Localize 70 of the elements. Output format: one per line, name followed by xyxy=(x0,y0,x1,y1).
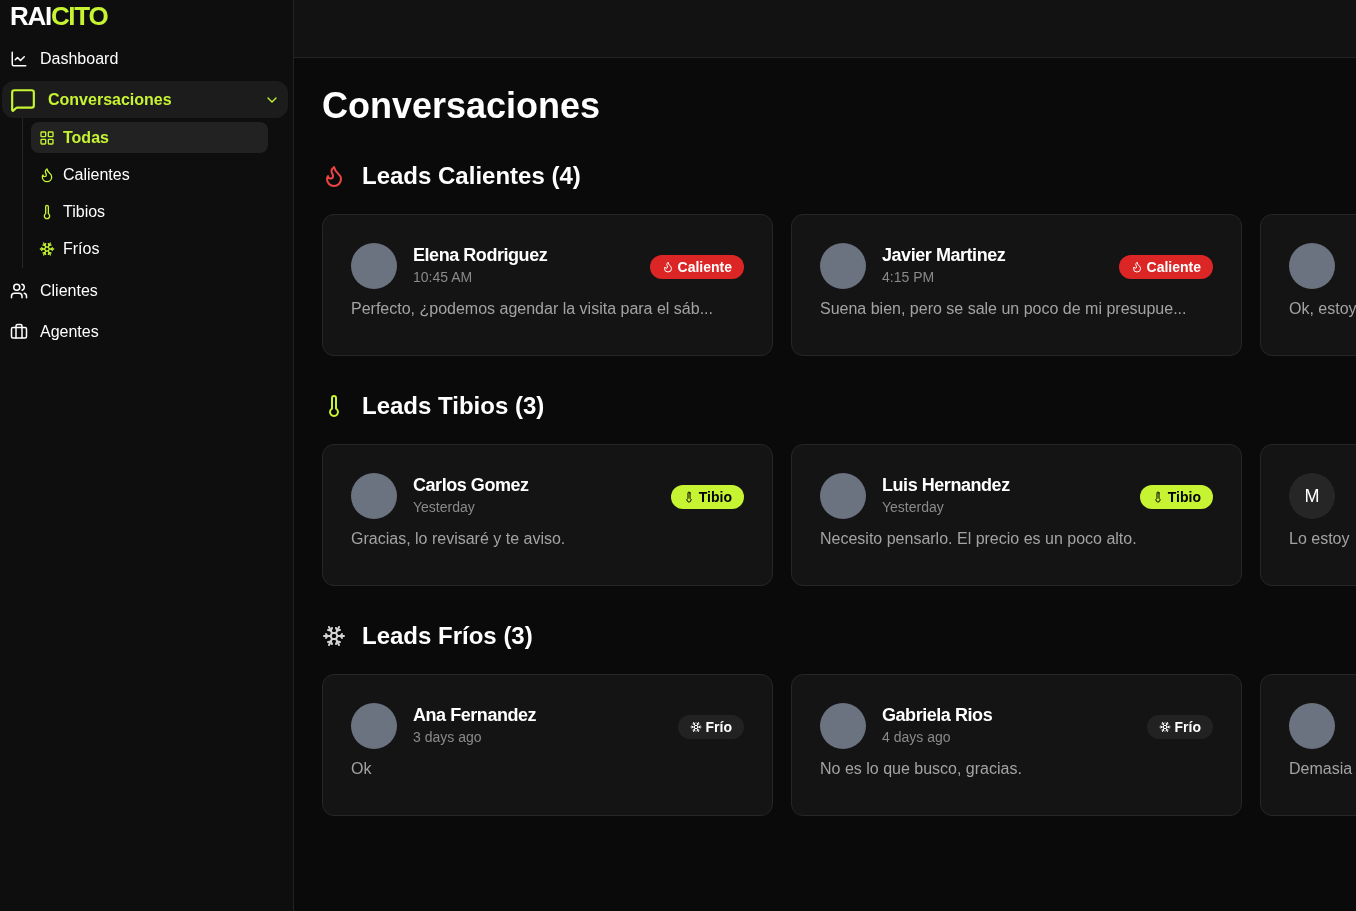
submenu-item[interactable]: Todas xyxy=(31,122,268,153)
message-preview: Perfecto, ¿podemos agendar la visita para el sáb... xyxy=(351,299,714,319)
avatar-placeholder xyxy=(351,473,397,519)
avatar-placeholder xyxy=(820,243,866,289)
page-title: Conversaciones xyxy=(322,86,602,126)
lead-time: 10:45 AM xyxy=(413,268,474,287)
lead-time: Yesterday xyxy=(413,498,476,517)
message-preview: Ok xyxy=(351,759,373,779)
section-heading: Leads Fríos (3) xyxy=(362,621,533,651)
message-preview: Demasia xyxy=(1289,759,1354,779)
avatar-placeholder xyxy=(820,473,866,519)
lead-name: Carlos Gomez xyxy=(413,474,530,497)
message-preview: No es lo que busco, gracias. xyxy=(820,759,1023,779)
lead-time: 4:15 PM xyxy=(882,268,936,287)
chat-bubble-icon xyxy=(10,86,36,113)
nav-item[interactable]: Clientes xyxy=(2,272,288,309)
status-badge: Frío xyxy=(677,715,744,739)
lead-card[interactable]: Carlos Gomez Yesterday Tibio Gracias, lo revisaré y te aviso. xyxy=(322,444,773,586)
briefcase-icon xyxy=(10,322,28,341)
submenu-item[interactable]: Fríos xyxy=(31,233,268,264)
avatar-placeholder xyxy=(820,703,866,749)
snowflake-icon xyxy=(322,624,346,648)
lead-card[interactable]: Demasia xyxy=(1260,674,1356,816)
status-badge: Frío xyxy=(1146,715,1213,739)
message-preview: Gracias, lo revisaré y te aviso. xyxy=(351,529,567,549)
lead-name: Gabriela Rios xyxy=(882,704,994,727)
nav-item[interactable]: Conversaciones xyxy=(2,81,288,118)
lead-time: Yesterday xyxy=(882,498,945,517)
status-badge: Caliente xyxy=(1118,255,1213,279)
avatar-placeholder xyxy=(1289,243,1335,289)
lead-name: Javier Martinez xyxy=(882,244,1007,267)
lead-time: 4 days ago xyxy=(882,728,952,747)
message-preview: Suena bien, pero se sale un poco de mi presupue... xyxy=(820,299,1188,319)
lead-name: Elena Rodriguez xyxy=(413,244,549,267)
grid-icon xyxy=(39,129,55,146)
lead-card[interactable]: Gabriela Rios 4 days ago Frío No es lo que busco, gracias. xyxy=(791,674,1242,816)
message-preview: Ok, estoy xyxy=(1289,299,1356,319)
submenu-item[interactable]: Tibios xyxy=(31,196,268,227)
flame-icon xyxy=(39,166,55,183)
lead-card[interactable]: M Lo estoy xyxy=(1260,444,1356,586)
nav-item[interactable]: Dashboard xyxy=(2,40,288,77)
avatar-initial: M xyxy=(1289,473,1335,519)
lead-card[interactable]: Ok, estoy xyxy=(1260,214,1356,356)
snowflake-icon xyxy=(39,240,55,257)
avatar-placeholder xyxy=(351,243,397,289)
submenu-item[interactable]: Calientes xyxy=(31,159,268,190)
line-chart-icon xyxy=(10,49,28,68)
avatar-placeholder xyxy=(351,703,397,749)
lead-card[interactable]: Ana Fernandez 3 days ago Frío Ok xyxy=(322,674,773,816)
lead-time: 3 days ago xyxy=(413,728,483,747)
avatar-placeholder xyxy=(1289,703,1335,749)
message-preview: Necesito pensarlo. El precio es un poco alto. xyxy=(820,529,1138,549)
status-badge: Tibio xyxy=(1139,485,1213,509)
status-badge: Tibio xyxy=(670,485,744,509)
flame-icon xyxy=(1130,261,1143,273)
snowflake-icon xyxy=(689,721,702,733)
flame-icon xyxy=(661,261,674,273)
lead-card[interactable]: Javier Martinez 4:15 PM Caliente Suena bien, pero se sale un poco de mi presupue... xyxy=(791,214,1242,356)
logo: RAICITO xyxy=(9,0,109,32)
section-heading: Leads Tibios (3) xyxy=(362,391,545,421)
lead-card[interactable]: Elena Rodriguez 10:45 AM Caliente Perfecto, ¿podemos agendar la visita para el sáb... xyxy=(322,214,773,356)
snowflake-icon xyxy=(1158,721,1171,733)
lead-name: Ana Fernandez xyxy=(413,704,538,727)
message-preview: Lo estoy xyxy=(1289,529,1351,549)
section-heading: Leads Calientes (4) xyxy=(362,161,581,191)
nav-item[interactable]: Agentes xyxy=(2,313,288,350)
lead-name: Luis Hernandez xyxy=(882,474,1011,497)
lead-card[interactable]: Luis Hernandez Yesterday Tibio Necesito pensarlo. El precio es un poco alto. xyxy=(791,444,1242,586)
status-badge: Caliente xyxy=(649,255,744,279)
people-icon xyxy=(10,281,28,300)
